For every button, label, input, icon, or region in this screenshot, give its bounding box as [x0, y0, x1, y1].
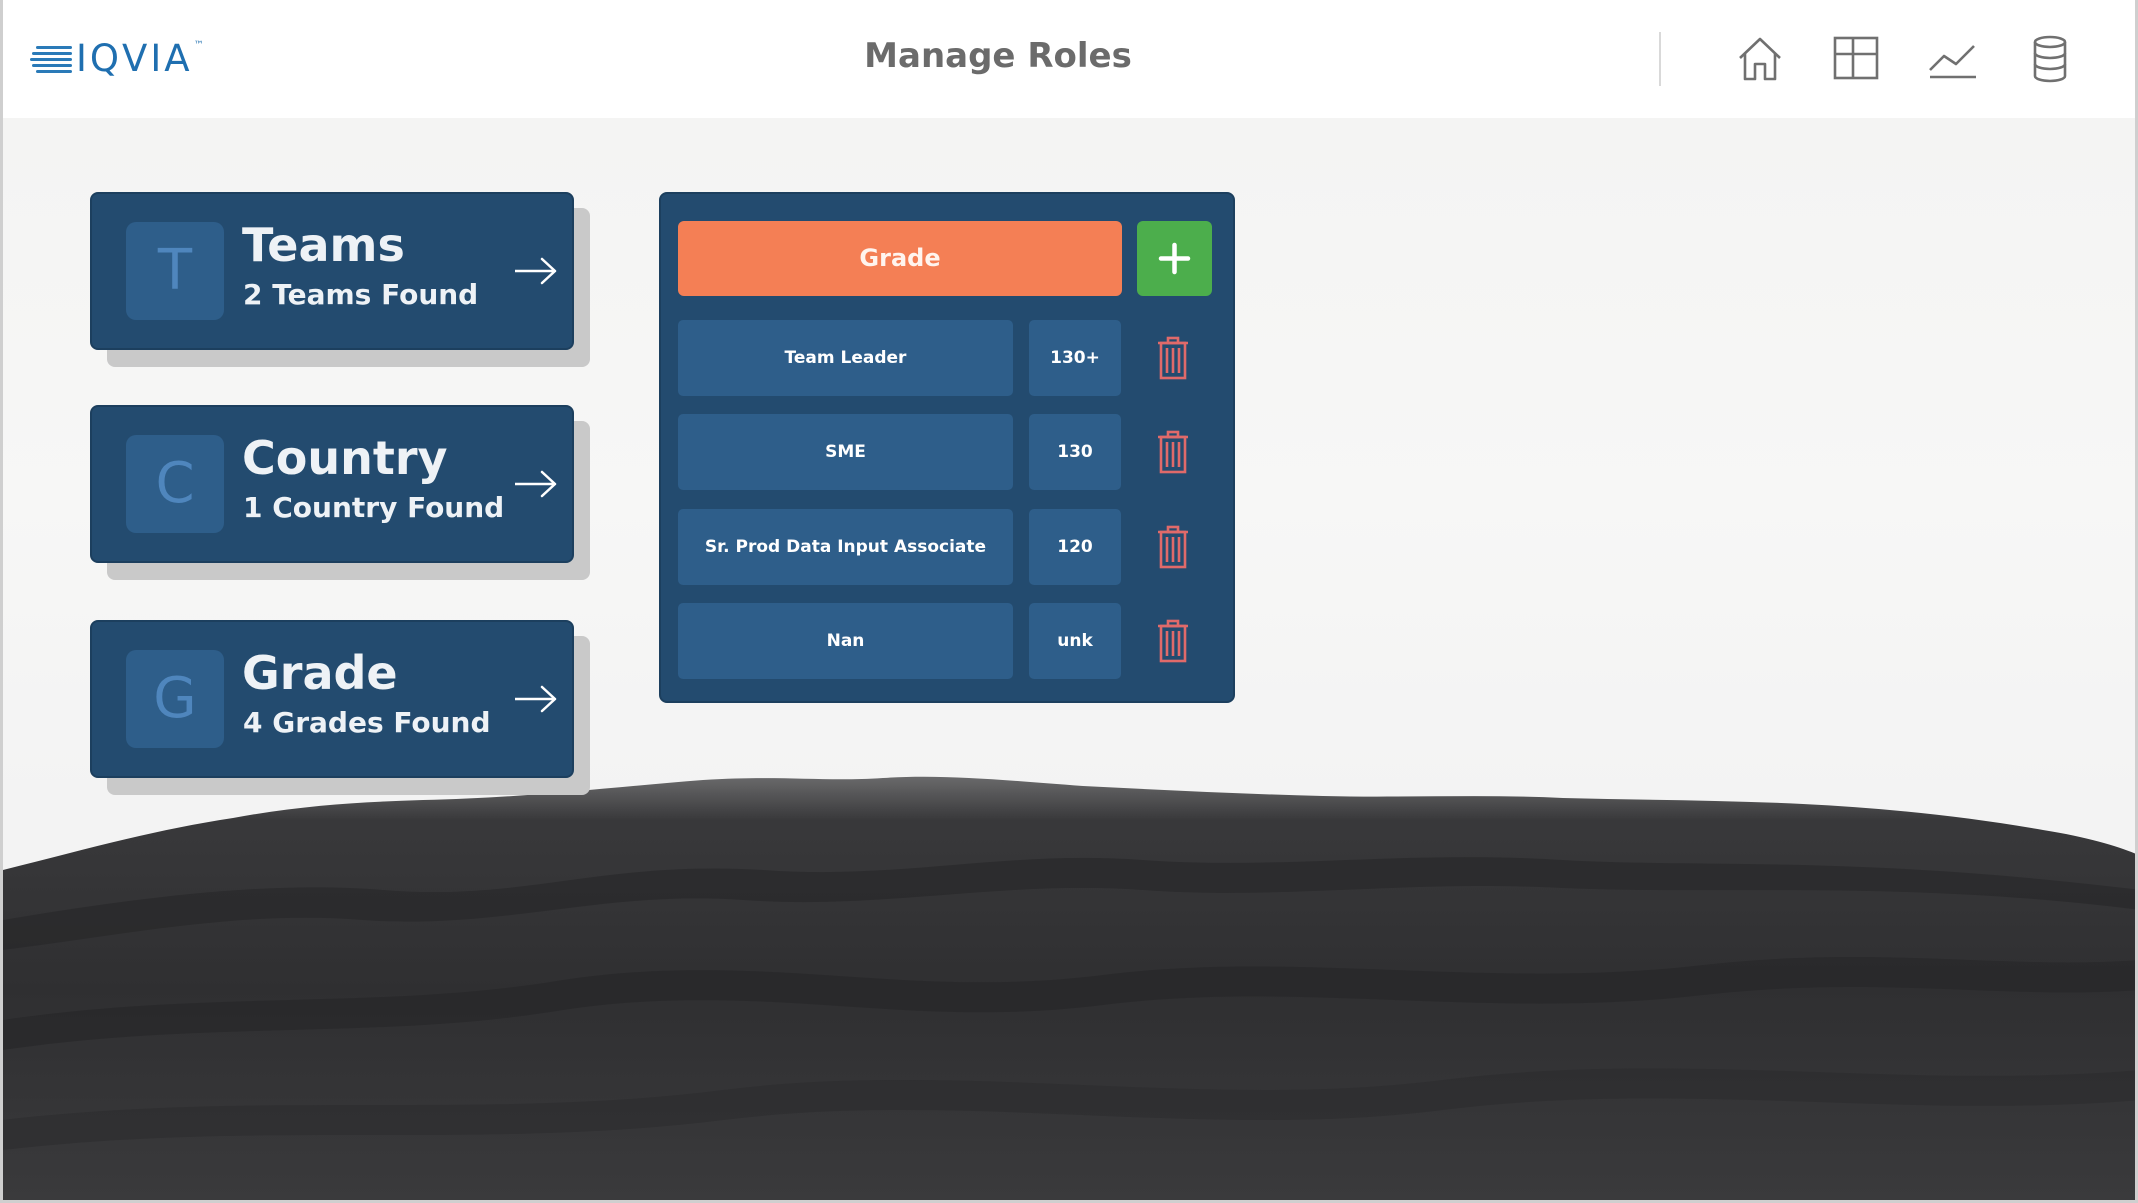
- teams-card[interactable]: T Teams 2 Teams Found: [90, 192, 574, 350]
- page-title: Manage Roles: [864, 36, 1132, 76]
- grade-card[interactable]: G Grade 4 Grades Found: [90, 620, 574, 778]
- trash-icon[interactable]: [1156, 525, 1190, 569]
- grade-name-field[interactable]: Nan: [678, 603, 1013, 679]
- country-card-wrapper: C Country 1 Country Found: [90, 405, 590, 580]
- app-window: IQVIA ™ Manage Roles T Teams 2 Teams Fou…: [0, 0, 2138, 1203]
- grade-row: Nan unk: [678, 603, 1218, 679]
- arrow-right-icon[interactable]: [515, 469, 557, 499]
- grade-name-field[interactable]: Team Leader: [678, 320, 1013, 396]
- layout-icon[interactable]: [1831, 34, 1881, 84]
- grade-code-field[interactable]: unk: [1029, 603, 1121, 679]
- trend-chart-icon[interactable]: [1928, 34, 1978, 84]
- country-card[interactable]: C Country 1 Country Found: [90, 405, 574, 563]
- plus-icon: [1158, 242, 1191, 275]
- home-icon[interactable]: [1735, 34, 1785, 84]
- dune-background-image: [3, 760, 2135, 1200]
- grade-row: SME 130: [678, 414, 1218, 490]
- grade-name-field[interactable]: Sr. Prod Data Input Associate: [678, 509, 1013, 585]
- card-subtitle: 2 Teams Found: [243, 278, 479, 311]
- add-grade-button[interactable]: [1137, 221, 1212, 296]
- grade-name-field[interactable]: SME: [678, 414, 1013, 490]
- card-letter-badge: T: [126, 222, 224, 320]
- teams-card-wrapper: T Teams 2 Teams Found: [90, 192, 590, 367]
- card-subtitle: 4 Grades Found: [243, 706, 491, 739]
- arrow-right-icon[interactable]: [515, 684, 557, 714]
- card-subtitle: 1 Country Found: [243, 491, 505, 524]
- grade-code-field[interactable]: 130+: [1029, 320, 1121, 396]
- grade-header-button[interactable]: Grade: [678, 221, 1122, 296]
- grade-code-field[interactable]: 120: [1029, 509, 1121, 585]
- card-letter-badge: G: [126, 650, 224, 748]
- database-icon[interactable]: [2025, 34, 2075, 84]
- grade-row: Team Leader 130+: [678, 320, 1218, 396]
- grade-panel: Grade Team Leader 130+ SME 130 Sr. Prod …: [659, 192, 1235, 703]
- card-letter-badge: C: [126, 435, 224, 533]
- arrow-right-icon[interactable]: [515, 256, 557, 286]
- grade-card-wrapper: G Grade 4 Grades Found: [90, 620, 590, 795]
- trash-icon[interactable]: [1156, 619, 1190, 663]
- card-title: Country: [242, 431, 448, 485]
- grade-row: Sr. Prod Data Input Associate 120: [678, 509, 1218, 585]
- header-divider: [1659, 32, 1661, 86]
- card-title: Grade: [242, 646, 398, 700]
- trash-icon[interactable]: [1156, 430, 1190, 474]
- top-header: IQVIA ™ Manage Roles: [3, 0, 2135, 118]
- trash-icon[interactable]: [1156, 336, 1190, 380]
- card-title: Teams: [242, 218, 405, 272]
- grade-code-field[interactable]: 130: [1029, 414, 1121, 490]
